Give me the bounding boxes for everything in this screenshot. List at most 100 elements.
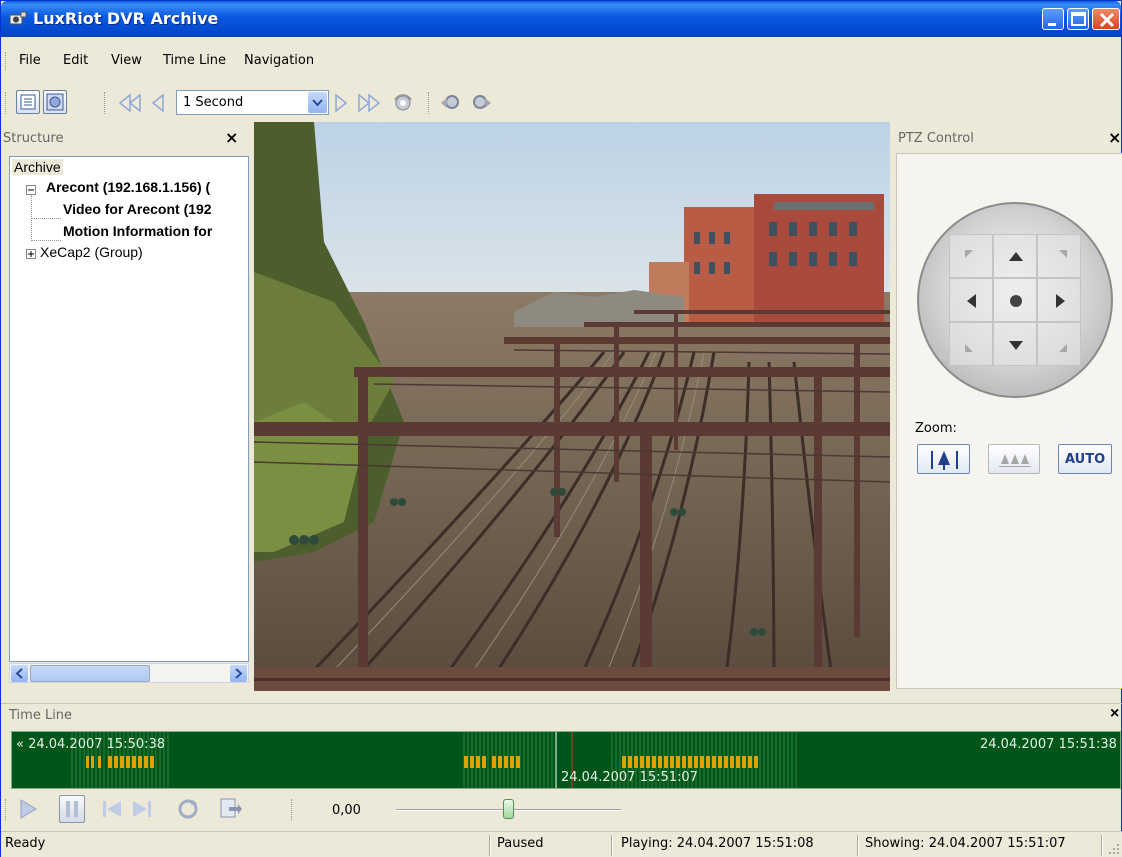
playback-separator xyxy=(291,799,294,821)
timeline-end-label[interactable]: 24.04.2007 15:51:38 » xyxy=(980,737,1120,752)
scroll-thumb[interactable] xyxy=(30,665,150,682)
export-icon[interactable] xyxy=(216,795,242,823)
collapse-icon[interactable] xyxy=(26,185,36,195)
structure-panel-icon xyxy=(20,94,36,110)
ptz-panel-icon xyxy=(46,93,64,111)
expand-icon[interactable] xyxy=(26,249,36,259)
status-separator xyxy=(857,835,859,856)
zoom-in-button[interactable] xyxy=(917,444,970,474)
ptz-up[interactable] xyxy=(993,234,1037,278)
structure-toggle-button[interactable] xyxy=(16,90,40,114)
scroll-left-button[interactable] xyxy=(11,665,28,682)
step-interval-value: 1 Second xyxy=(183,95,244,110)
zoom-in-tree-icon xyxy=(931,451,958,470)
arrow-up-left-icon xyxy=(965,250,973,258)
status-state: Paused xyxy=(497,836,544,851)
resize-grip-icon[interactable] xyxy=(1107,842,1121,856)
menu-view[interactable]: View xyxy=(111,53,142,68)
toolbar: 1 Second xyxy=(1,86,1121,120)
pause-button[interactable] xyxy=(59,795,85,823)
status-ready: Ready xyxy=(5,836,46,851)
status-separator xyxy=(611,835,613,856)
scroll-right-button[interactable] xyxy=(230,665,247,682)
zoom-back-icon[interactable] xyxy=(437,90,463,116)
structure-tree[interactable]: Archive Arecont (192.168.1.156) ( Video … xyxy=(9,156,249,662)
ptz-left[interactable] xyxy=(949,278,993,322)
chevron-left-icon xyxy=(15,668,23,679)
arrow-up-right-icon xyxy=(1059,250,1067,258)
timeline-start-label[interactable]: « 24.04.2007 15:50:38 xyxy=(16,737,165,752)
structure-close-icon[interactable]: × xyxy=(225,128,238,147)
fast-forward-icon[interactable] xyxy=(354,90,384,116)
fast-backward-icon[interactable] xyxy=(115,90,145,116)
loop-icon[interactable] xyxy=(175,795,201,823)
playback-grip xyxy=(5,799,8,821)
ptz-up-right[interactable] xyxy=(1037,234,1081,278)
playback-speed-value: 0,00 xyxy=(332,803,361,818)
previous-frame-icon[interactable] xyxy=(99,795,125,823)
ptz-down-right[interactable] xyxy=(1037,322,1081,366)
menu-edit[interactable]: Edit xyxy=(63,53,88,68)
pause-icon xyxy=(66,801,78,817)
tree-item-archive[interactable]: Archive xyxy=(12,159,63,175)
title-bar[interactable]: LuxRiot DVR Archive xyxy=(1,1,1121,37)
ptz-up-left[interactable] xyxy=(949,234,993,278)
tree-item-video[interactable]: Video for Arecont (192 xyxy=(63,201,212,217)
tree-item-arecont[interactable]: Arecont (192.168.1.156) ( xyxy=(46,179,210,195)
play-icon[interactable] xyxy=(16,795,42,823)
menu-file[interactable]: File xyxy=(19,53,41,68)
ptz-down-left[interactable] xyxy=(949,322,993,366)
zoom-forward-icon[interactable] xyxy=(469,90,495,116)
step-interval-select[interactable]: 1 Second xyxy=(176,90,329,115)
menu-time-line[interactable]: Time Line xyxy=(163,53,226,68)
minimize-button[interactable] xyxy=(1042,8,1064,30)
arrow-up-icon xyxy=(1009,252,1023,261)
video-frame[interactable] xyxy=(254,122,890,691)
next-frame-icon[interactable] xyxy=(129,795,155,823)
status-separator xyxy=(489,835,491,856)
ptz-panel-header: PTZ Control × xyxy=(896,125,1122,151)
ptz-down[interactable] xyxy=(993,322,1037,366)
center-dot-icon xyxy=(1010,295,1022,307)
window-title: LuxRiot DVR Archive xyxy=(33,9,219,28)
status-showing: Showing: 24.04.2007 15:51:07 xyxy=(865,836,1066,851)
ptz-joystick[interactable] xyxy=(917,202,1113,398)
zoom-auto-button[interactable]: AUTO xyxy=(1058,444,1112,474)
tree-item-xecap2[interactable]: XeCap2 (Group) xyxy=(40,244,143,260)
close-button[interactable] xyxy=(1092,8,1120,30)
maximize-button[interactable] xyxy=(1067,8,1089,30)
ptz-toggle-button[interactable] xyxy=(43,90,67,114)
arrow-right-icon xyxy=(1056,294,1065,308)
menu-bar: File Edit View Time Line Navigation xyxy=(1,50,1121,72)
step-backward-icon[interactable] xyxy=(149,90,169,116)
tree-guide-line xyxy=(31,218,61,219)
horizontal-scrollbar[interactable] xyxy=(9,663,249,683)
ptz-control-panel: PTZ Control × Zoom: AUTO xyxy=(896,125,1122,691)
ptz-panel-title: PTZ Control xyxy=(898,131,974,146)
zoom-out-button[interactable] xyxy=(988,444,1040,474)
structure-panel-header: Structure × xyxy=(1,125,251,151)
timeline-strip[interactable]: « 24.04.2007 15:50:38 24.04.2007 15:51:3… xyxy=(11,731,1121,789)
menu-navigation[interactable]: Navigation xyxy=(244,53,314,68)
menu-grip xyxy=(5,52,8,70)
tree-item-motion[interactable]: Motion Information for xyxy=(63,223,212,239)
timeline-panel-title: Time Line xyxy=(9,708,73,723)
structure-panel-title: Structure xyxy=(3,131,64,146)
ptz-close-icon[interactable]: × xyxy=(1108,128,1121,147)
zoom-auto-label: AUTO xyxy=(1065,452,1106,467)
divider xyxy=(1,703,1122,704)
step-forward-icon[interactable] xyxy=(331,90,351,116)
structure-panel: Structure × Archive Arecont (192.168.1.1… xyxy=(1,125,251,689)
speed-slider-thumb[interactable] xyxy=(503,799,514,819)
timeline-close-icon[interactable]: × xyxy=(1110,705,1119,723)
ptz-center[interactable] xyxy=(993,278,1037,322)
chevron-down-icon[interactable] xyxy=(308,92,327,113)
arrow-down-right-icon xyxy=(1059,344,1067,352)
toolbar-grip xyxy=(5,92,8,114)
tree-guide-line xyxy=(31,240,61,241)
toolbar-separator xyxy=(428,92,431,114)
search-motion-icon[interactable] xyxy=(389,90,417,116)
playback-bar: 0,00 xyxy=(1,791,1122,827)
zoom-label: Zoom: xyxy=(915,421,957,436)
ptz-right[interactable] xyxy=(1037,278,1081,322)
